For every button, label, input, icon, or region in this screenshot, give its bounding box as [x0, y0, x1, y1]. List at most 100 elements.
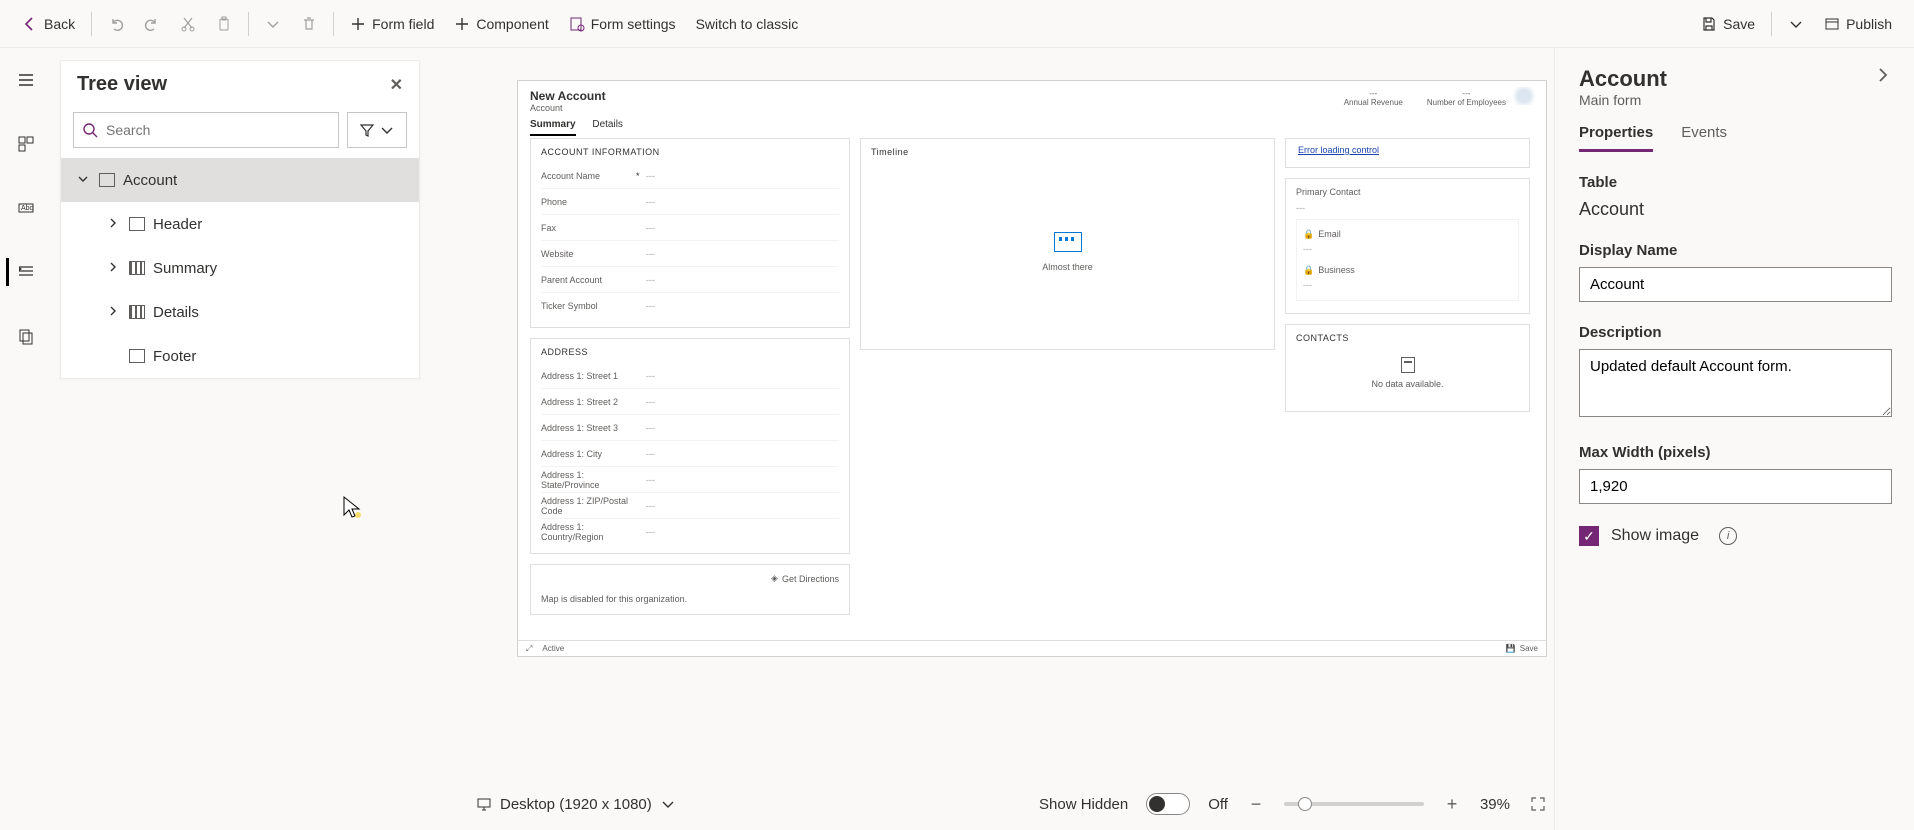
lock-icon: 🔒 [1303, 229, 1314, 240]
form-field[interactable]: Address 1: City--- [541, 441, 839, 467]
form-libraries-rail-button[interactable] [6, 316, 46, 356]
expand-icon[interactable]: ⤢ [526, 644, 532, 654]
form-field[interactable]: Website --- [541, 241, 839, 267]
desktop-icon [476, 796, 492, 812]
tree-node-details[interactable]: Details [61, 290, 419, 334]
tree-node-account[interactable]: Account [61, 158, 419, 202]
save-button[interactable]: Save [1691, 6, 1765, 42]
tree-node-label: Header [153, 216, 202, 233]
section-map[interactable]: ◈ Get Directions Map is disabled for thi… [530, 564, 850, 615]
fields-rail-button[interactable]: Abc [6, 188, 46, 228]
metric-annual-revenue[interactable]: ---Annual Revenue [1344, 89, 1403, 107]
form-footer[interactable]: ⤢ Active 💾 Save [518, 640, 1546, 656]
section-title: ADDRESS [541, 347, 839, 357]
form-preview[interactable]: New Account Account ---Annual Revenue --… [517, 80, 1547, 657]
field-label: Address 1: ZIP/Postal Code [541, 496, 636, 516]
section-address[interactable]: ADDRESS Address 1: Street 1---Address 1:… [530, 338, 850, 554]
field-value: --- [646, 249, 655, 259]
tree-view-rail-button[interactable] [6, 252, 46, 292]
tab-summary[interactable]: Summary [530, 119, 576, 136]
undo-icon [108, 16, 124, 32]
form-field[interactable]: Address 1: Street 3--- [541, 415, 839, 441]
input-description[interactable] [1579, 349, 1892, 417]
form-field[interactable]: Fax--- [541, 215, 839, 241]
add-component-button[interactable]: Component [444, 6, 558, 42]
tree-search-input[interactable] [106, 122, 330, 138]
undo-button[interactable] [98, 6, 134, 42]
form-field[interactable]: Address 1: Street 2--- [541, 389, 839, 415]
redo-button[interactable] [134, 6, 170, 42]
back-button[interactable]: Back [12, 6, 85, 42]
tree-filter-button[interactable] [347, 112, 407, 148]
tab-icon [129, 305, 145, 319]
paste-button[interactable] [206, 6, 242, 42]
section-assistant[interactable]: Error loading control [1285, 138, 1530, 168]
form-field[interactable]: Phone--- [541, 189, 839, 215]
separator [333, 12, 334, 36]
form-field[interactable]: Address 1: State/Province--- [541, 467, 839, 493]
form-tabs: Summary Details [518, 113, 1546, 130]
cut-button[interactable] [170, 6, 206, 42]
save-menu[interactable] [1778, 6, 1814, 42]
field-value: --- [646, 371, 655, 381]
chevron-down-icon [379, 122, 395, 138]
field-label: Phone [541, 197, 636, 207]
input-display-name[interactable] [1579, 267, 1892, 302]
add-form-field-button[interactable]: Form field [340, 6, 444, 42]
components-rail-button[interactable] [6, 124, 46, 164]
close-tree-view-button[interactable]: ✕ [390, 75, 403, 95]
section-account-information[interactable]: ACCOUNT INFORMATION Account Name*---Phon… [530, 138, 850, 328]
timeline-icon [1054, 232, 1082, 252]
record-image[interactable] [1512, 87, 1536, 105]
form-field[interactable]: Account Name*--- [541, 163, 839, 189]
field-label: Website [541, 249, 636, 259]
section-timeline[interactable]: Timeline Almost there [860, 138, 1275, 350]
tab-events[interactable]: Events [1681, 124, 1727, 152]
chevron-down-icon [660, 796, 676, 812]
tab-properties[interactable]: Properties [1579, 124, 1653, 152]
form-field[interactable]: Address 1: Street 1--- [541, 363, 839, 389]
contacts-empty-text: No data available. [1371, 379, 1443, 389]
header-metrics[interactable]: ---Annual Revenue ---Number of Employees [1344, 89, 1506, 107]
zoom-slider[interactable] [1284, 802, 1424, 806]
tree-node-summary[interactable]: Summary [61, 246, 419, 290]
separator [1771, 12, 1772, 36]
svg-text:Abc: Abc [21, 205, 34, 212]
footer-status: Active [542, 644, 564, 653]
section-primary-contact[interactable]: Primary Contact --- 🔒Email --- 🔒Business… [1285, 178, 1530, 314]
form-field[interactable]: Address 1: ZIP/Postal Code--- [541, 493, 839, 519]
tree-search[interactable] [73, 112, 339, 148]
input-max-width[interactable] [1579, 469, 1892, 504]
zoom-in-button[interactable]: + [1442, 794, 1462, 814]
paste-menu[interactable] [255, 6, 291, 42]
chevron-down-icon [77, 172, 91, 189]
tree-node-footer[interactable]: Footer [61, 334, 419, 378]
section-contacts[interactable]: CONTACTS No data available. [1285, 324, 1530, 412]
fit-to-screen-button[interactable] [1528, 794, 1548, 814]
get-directions-link[interactable]: ◈ Get Directions [539, 569, 841, 588]
form-field[interactable]: Ticker Symbol--- [541, 293, 839, 319]
plus-icon [454, 16, 470, 32]
form-field[interactable]: Parent Account--- [541, 267, 839, 293]
form-field[interactable]: Address 1: Country/Region--- [541, 519, 839, 545]
delete-button[interactable] [291, 6, 327, 42]
publish-button[interactable]: Publish [1814, 6, 1902, 42]
error-loading-link[interactable]: Error loading control [1298, 145, 1379, 155]
section-icon [129, 349, 145, 363]
show-image-label: Show image [1611, 527, 1699, 545]
tab-details[interactable]: Details [592, 119, 623, 134]
zoom-out-button[interactable]: − [1246, 794, 1266, 814]
form-settings-button[interactable]: Form settings [559, 6, 686, 42]
checkbox-show-image[interactable]: ✓ Show image i [1579, 526, 1892, 546]
back-label: Back [44, 16, 75, 32]
switch-to-classic-button[interactable]: Switch to classic [686, 6, 809, 42]
info-icon[interactable]: i [1719, 527, 1737, 545]
tree-node-header[interactable]: Header [61, 202, 419, 246]
hamburger-button[interactable] [6, 60, 46, 100]
collapse-properties-button[interactable] [1874, 66, 1892, 89]
device-selector[interactable]: Desktop (1920 x 1080) [476, 796, 676, 813]
show-hidden-toggle[interactable] [1146, 793, 1190, 815]
metric-employees[interactable]: ---Number of Employees [1427, 89, 1506, 107]
field-value: --- [646, 223, 655, 233]
footer-save-icon[interactable]: 💾 [1506, 644, 1516, 653]
